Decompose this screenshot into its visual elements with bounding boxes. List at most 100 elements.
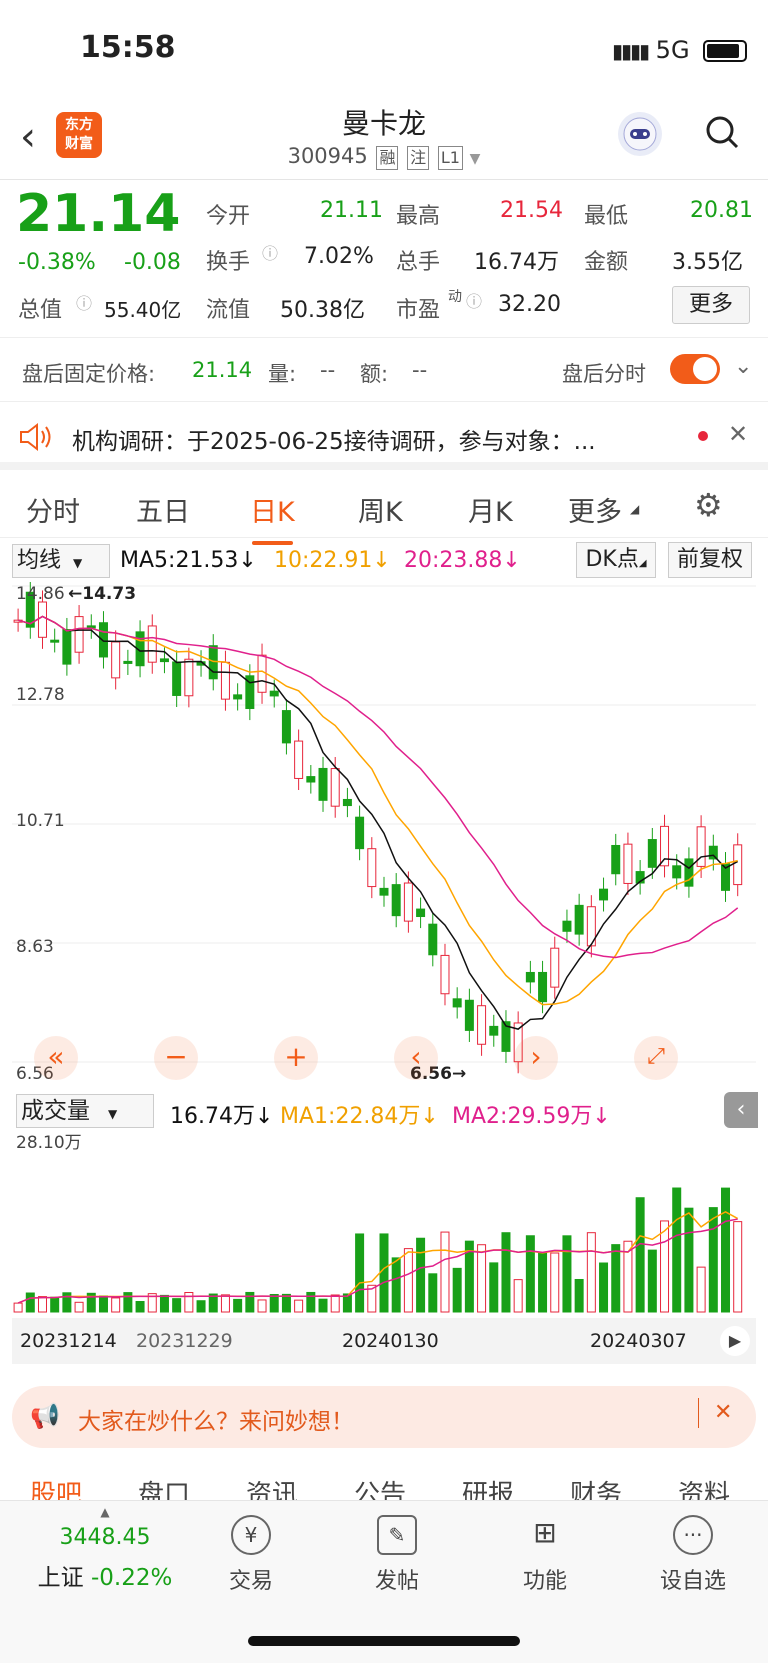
tab-monthly-k[interactable]: 月K: [468, 490, 513, 529]
candle-body: [257, 654, 267, 693]
tab-weekly-k[interactable]: 周K: [358, 490, 403, 529]
after-hours-toggle[interactable]: [670, 354, 720, 384]
play-icon[interactable]: ▶: [720, 1326, 750, 1356]
yen-icon: ¥: [231, 1515, 271, 1555]
kline-chart[interactable]: 14.86 12.78 10.71 8.63 6.56 ←14.73 6.56→: [12, 582, 756, 1086]
volume-bar: [684, 1207, 694, 1313]
index-ticker[interactable]: ▲ 3448.45 上证 -0.22%: [20, 1505, 190, 1625]
registered-tag: 注: [407, 146, 430, 170]
volume-bar: [318, 1298, 328, 1313]
volume-bar: [513, 1279, 523, 1313]
volume-bar: [477, 1244, 487, 1313]
volume-bar: [672, 1187, 682, 1313]
zoom-in-icon[interactable]: +: [274, 1036, 318, 1080]
tab-more[interactable]: 更多: [568, 490, 622, 529]
volume-bar: [111, 1297, 121, 1313]
high-value: 21.54: [500, 198, 563, 223]
index-change: -0.22%: [90, 1565, 173, 1591]
tab-profile[interactable]: 资料: [678, 1474, 730, 1500]
megaphone-icon: 📢: [30, 1402, 60, 1430]
volume-bar: [135, 1301, 145, 1313]
volume-bar: [733, 1221, 743, 1313]
ai-ask-text: 大家在炒什么？来问妙想！: [78, 1409, 354, 1435]
tab-announcements[interactable]: 公告: [354, 1474, 406, 1500]
chevron-down-icon[interactable]: ⌄: [734, 354, 752, 379]
turnover-info-icon[interactable]: ⓘ: [262, 240, 278, 264]
speaker-icon: [20, 422, 51, 452]
robot-assistant-icon[interactable]: [618, 112, 662, 156]
nav-post[interactable]: ✎ 发帖: [342, 1515, 452, 1595]
volume-bar: [62, 1292, 72, 1313]
volume-bar: [159, 1294, 169, 1313]
candle-body: [233, 694, 243, 700]
tab-intraday[interactable]: 分时: [26, 490, 80, 529]
mktcap-info-icon[interactable]: ⓘ: [76, 290, 92, 314]
tab-research[interactable]: 研报: [462, 1474, 514, 1500]
nav-add-watchlist[interactable]: ··· 设自选: [638, 1515, 748, 1595]
settings-gear-icon[interactable]: ⚙: [694, 486, 723, 524]
tab-news[interactable]: 资讯: [246, 1474, 298, 1500]
candle-body: [623, 843, 633, 884]
candle-body: [172, 661, 182, 696]
dropdown-icon[interactable]: ▼: [470, 151, 481, 167]
more-button[interactable]: 更多: [672, 286, 750, 324]
tab-daily-k[interactable]: 日K: [250, 490, 295, 545]
ma20-value: 20:23.88↓: [404, 548, 521, 573]
close-icon[interactable]: ✕: [714, 1400, 732, 1425]
collapse-panel-icon[interactable]: ‹: [724, 1092, 758, 1128]
candle-body: [574, 904, 584, 935]
close-icon[interactable]: ✕: [728, 420, 748, 448]
volume-bar: [452, 1267, 462, 1313]
price-axis-label: 8.63: [16, 937, 54, 957]
volume-bar: [37, 1296, 47, 1313]
level1-tag: L1: [437, 146, 463, 170]
date-label: 20240130: [342, 1330, 439, 1352]
after-hours-intraday-label: 盘后分时: [562, 362, 646, 386]
volume-chart[interactable]: 28.10万: [12, 1128, 756, 1318]
volume-value: 16.74万: [474, 250, 559, 275]
current-price: 21.14: [16, 184, 181, 244]
date-label: 20231214: [20, 1330, 117, 1352]
notice-bar[interactable]: 机构调研：于2025-06-25接待调研，参与对象：... ✕: [0, 404, 768, 470]
search-icon[interactable]: [704, 114, 740, 150]
fullscreen-icon[interactable]: ⤢: [634, 1036, 678, 1080]
quote-panel: 21.14 -0.38% -0.08 总值 ⓘ 55.40亿 今开 21.11 …: [0, 182, 768, 338]
candle-body: [294, 740, 304, 779]
candle-body: [147, 625, 157, 663]
candle-body: [342, 798, 352, 807]
volume-ma1: MA1:22.84万↓: [280, 1104, 439, 1129]
volume-bar: [416, 1237, 426, 1313]
float-label: 流值: [206, 298, 251, 323]
candle-body: [477, 1005, 487, 1045]
zoom-out-icon[interactable]: −: [154, 1036, 198, 1080]
volume-select[interactable]: 成交量 ▼: [16, 1094, 154, 1128]
volume-bar: [281, 1293, 291, 1313]
candle-body: [440, 954, 450, 995]
stock-code: 300945: [287, 144, 368, 168]
pe-info-icon[interactable]: ⓘ: [466, 288, 482, 312]
candle-body: [403, 882, 413, 922]
tab-orderbook[interactable]: 盘口: [138, 1474, 190, 1500]
grid-icon: ⊞: [533, 1516, 557, 1549]
scroll-left-icon[interactable]: ‹: [394, 1036, 438, 1080]
volume-bar: [611, 1244, 621, 1313]
tab-five-day[interactable]: 五日: [136, 490, 190, 529]
scroll-left-fast-icon[interactable]: «: [34, 1036, 78, 1080]
volume-indicator-bar: 成交量 ▼ 16.74万↓ MA1:22.84万↓ MA2:29.59万↓ ‹: [0, 1090, 768, 1129]
volume-bar: [599, 1262, 609, 1313]
nav-trade[interactable]: ¥ 交易: [196, 1515, 306, 1595]
tab-financials[interactable]: 财务: [570, 1474, 622, 1500]
candle-body: [550, 947, 560, 988]
volume-bar: [538, 1252, 548, 1313]
change-amount: -0.08: [124, 250, 181, 275]
tab-guba[interactable]: 股吧: [30, 1474, 82, 1500]
scroll-right-icon[interactable]: ›: [514, 1036, 558, 1080]
nav-functions[interactable]: ⊞ 功能: [490, 1515, 600, 1595]
candle-body: [37, 601, 47, 638]
ai-ask-banner[interactable]: 📢 大家在炒什么？来问妙想！ ✕: [12, 1386, 756, 1448]
chevron-up-icon: ▲: [100, 1505, 110, 1519]
adjust-button[interactable]: 前复权: [668, 542, 752, 578]
dk-point-button[interactable]: DK点◢: [576, 542, 656, 578]
volume-axis-label: 28.10万: [16, 1133, 82, 1153]
ma-select[interactable]: 均线 ▼: [12, 544, 110, 578]
